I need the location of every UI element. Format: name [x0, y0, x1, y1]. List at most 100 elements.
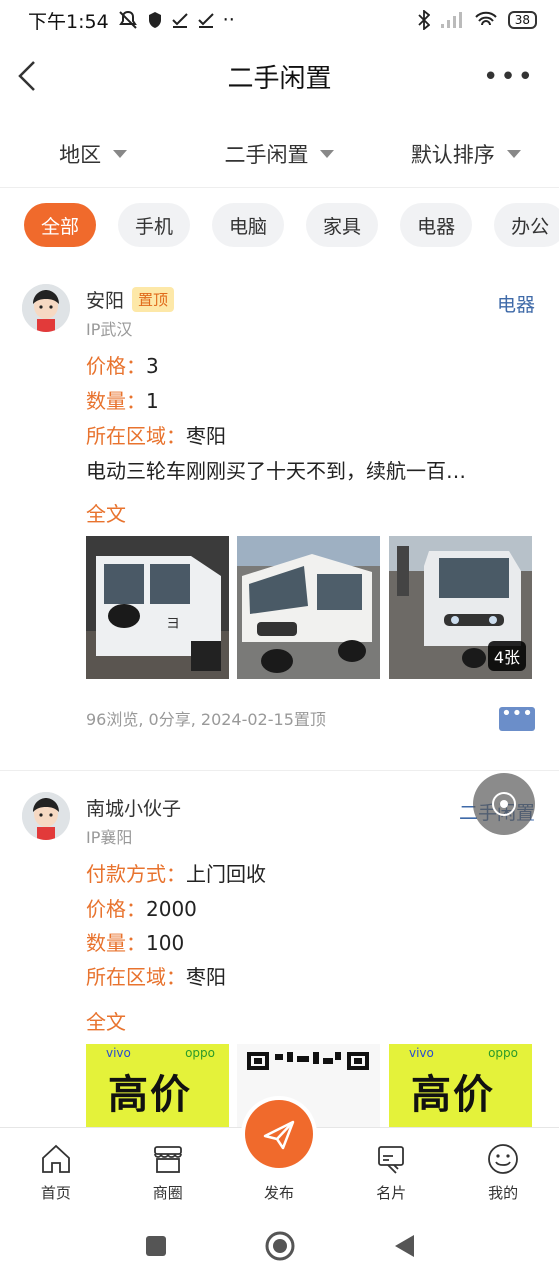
tab-home[interactable]: 首页 — [0, 1128, 112, 1211]
wifi-icon — [475, 11, 497, 26]
poster-brand: oppo — [488, 1046, 518, 1060]
poster-headline: 高价 — [108, 1072, 192, 1118]
check-icon — [171, 13, 188, 28]
chip-office[interactable]: 办公 — [494, 203, 559, 247]
tab-label: 商圈 — [152, 1184, 183, 1202]
field-key: 价格： — [86, 354, 146, 378]
poster-brand: vivo — [106, 1046, 131, 1060]
chip-furniture[interactable]: 家具 — [306, 203, 379, 247]
field-key: 数量： — [86, 931, 146, 955]
publish-button[interactable] — [245, 1100, 313, 1168]
field-payment: 付款方式：上门回收 — [86, 858, 266, 887]
post-image[interactable]: 4张 — [389, 536, 532, 679]
chip-appliance[interactable]: 电器 — [400, 203, 473, 247]
smile-icon — [488, 1144, 518, 1174]
mute-icon — [118, 10, 137, 29]
post-image[interactable] — [237, 536, 380, 679]
tab-label: 我的 — [488, 1184, 519, 1202]
shield-icon — [148, 12, 161, 28]
filter-label: 地区 — [59, 142, 102, 167]
poster-brand: oppo — [185, 1046, 215, 1060]
chip-phone[interactable]: 手机 — [118, 203, 191, 247]
post-image[interactable]: vivo oppo 高价 — [389, 1044, 532, 1128]
comment-icon[interactable]: ••• — [499, 705, 535, 731]
ip-location: IP襄阳 — [86, 828, 133, 847]
overflow-dots-icon: ·· — [222, 9, 235, 31]
field-value: 上门回收 — [186, 862, 266, 886]
svg-text:ヨ: ヨ — [166, 616, 180, 632]
tab-card[interactable]: 名片 — [335, 1128, 447, 1211]
field-value: 枣阳 — [186, 424, 226, 448]
post-meta: 96浏览, 0分享, 2024-02-15置顶 — [86, 710, 326, 729]
field-key: 付款方式： — [86, 862, 186, 886]
chevron-left-icon[interactable] — [14, 58, 44, 94]
back-triangle-icon[interactable] — [392, 1233, 416, 1259]
poster-headline: 高价 — [411, 1072, 495, 1118]
filter-label: 二手闲置 — [224, 142, 309, 167]
bluetooth-icon — [418, 10, 430, 30]
image-count-badge: 4张 — [487, 641, 526, 671]
field-value: 2000 — [146, 897, 197, 921]
filter-label: 默认排序 — [410, 142, 495, 167]
home-icon — [41, 1144, 70, 1173]
battery-icon: 38 — [507, 11, 537, 29]
caret-down-icon — [113, 149, 128, 158]
field-value: 枣阳 — [186, 965, 226, 989]
category-chips: 全部 手机 电脑 家具 电器 办公 — [24, 203, 559, 249]
signal-icon — [440, 12, 462, 28]
status-time: 下午1:54 — [28, 10, 109, 33]
field-area: 所在区域：枣阳 — [86, 961, 226, 990]
search-icon — [492, 792, 516, 816]
pin-badge: 置顶 — [132, 287, 175, 312]
app-header: 二手闲置 ••• — [0, 40, 559, 112]
post-image[interactable]: vivo oppo 高价 — [86, 1044, 229, 1128]
filter-bar: 地区 二手闲置 默认排序 — [0, 120, 559, 188]
tab-mine[interactable]: 我的 — [447, 1128, 559, 1211]
avatar-image — [22, 792, 70, 840]
filter-category[interactable]: 二手闲置 — [186, 120, 372, 187]
shop-icon — [153, 1146, 182, 1173]
recents-icon[interactable] — [144, 1234, 168, 1258]
status-bar: 下午1:54 ·· 38 — [0, 0, 559, 40]
filter-sort[interactable]: 默认排序 — [373, 120, 559, 187]
filter-region[interactable]: 地区 — [0, 120, 186, 187]
post-description: 电动三轮车刚刚买了十天不到，续航一百… — [86, 459, 466, 483]
field-key: 数量： — [86, 389, 146, 413]
tab-label: 名片 — [376, 1184, 407, 1202]
chip-all[interactable]: 全部 — [24, 203, 97, 247]
field-price: 价格：3 — [86, 350, 159, 379]
more-icon[interactable]: ••• — [483, 62, 535, 92]
field-area: 所在区域：枣阳 — [86, 420, 226, 449]
username[interactable]: 安阳 置顶 — [86, 286, 175, 313]
page-title: 二手闲置 — [227, 63, 332, 94]
field-value: 100 — [146, 931, 185, 955]
floating-assist-button[interactable] — [473, 773, 535, 835]
caret-down-icon — [320, 149, 335, 158]
chip-computer[interactable]: 电脑 — [212, 203, 285, 247]
tab-label-publish: 发布 — [263, 1184, 294, 1202]
post-category[interactable]: 电器 — [497, 290, 535, 317]
avatar-image — [22, 284, 70, 332]
field-value: 3 — [146, 354, 159, 378]
username[interactable]: 南城小伙子 — [86, 794, 181, 821]
field-quantity: 数量：100 — [86, 927, 184, 956]
check-icon — [197, 13, 214, 28]
system-nav-bar — [0, 1211, 559, 1280]
card-icon — [378, 1146, 405, 1174]
fulltext-link[interactable]: 全文 — [86, 1006, 126, 1035]
avatar[interactable] — [22, 284, 70, 332]
tab-shops[interactable]: 商圈 — [112, 1128, 224, 1211]
field-value: 1 — [146, 389, 159, 413]
field-key: 价格： — [86, 897, 146, 921]
caret-down-icon — [506, 149, 521, 158]
avatar[interactable] — [22, 792, 70, 840]
ip-location: IP武汉 — [86, 320, 133, 339]
fulltext-link[interactable]: 全文 — [86, 498, 126, 527]
send-icon — [263, 1120, 295, 1150]
divider — [0, 770, 559, 771]
home-button-icon[interactable] — [264, 1230, 296, 1262]
poster-brand: vivo — [409, 1046, 434, 1060]
field-key: 所在区域： — [86, 424, 186, 448]
username-text: 安阳 — [86, 290, 125, 312]
post-image[interactable]: ヨ — [86, 536, 229, 679]
